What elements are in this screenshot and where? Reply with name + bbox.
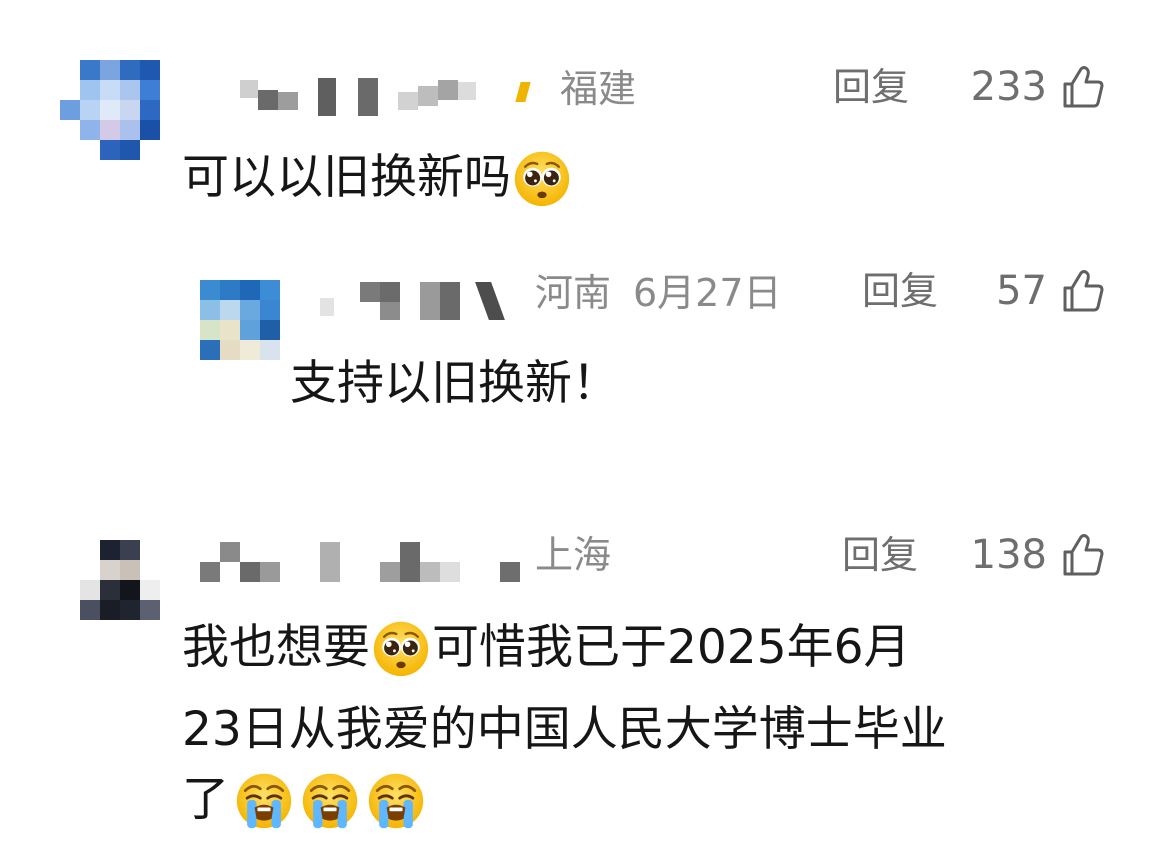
username[interactable]: [200, 540, 530, 586]
loudly-crying-face-icon: [299, 770, 361, 830]
like-count: 138: [970, 532, 1047, 578]
thumbs-up-icon[interactable]: [1058, 530, 1108, 580]
location: 上海: [535, 533, 612, 577]
avatar[interactable]: [80, 540, 160, 620]
loudly-crying-face-icon: [233, 770, 295, 830]
reply-button[interactable]: 回复: [842, 530, 918, 580]
loudly-crying-face-icon: [365, 770, 427, 830]
comment-text-line-3: 了: [182, 770, 427, 830]
comment-text-line-1: 我也想要 可惜我已于2025年6月: [182, 618, 911, 678]
comment-text-part: 我也想要: [182, 620, 370, 675]
comment-text-line-2: 23日从我爱的中国人民大学博士毕业: [182, 702, 947, 757]
comment-3: 上海 回复 138 我也想要 可惜我已于2025年6月 23日从我爱的中国人民大学…: [0, 0, 1170, 845]
pleading-face-icon: [370, 618, 432, 678]
comment-text-part: 了: [182, 772, 229, 827]
comment-text-part: 可惜我已于2025年6月: [432, 620, 911, 675]
